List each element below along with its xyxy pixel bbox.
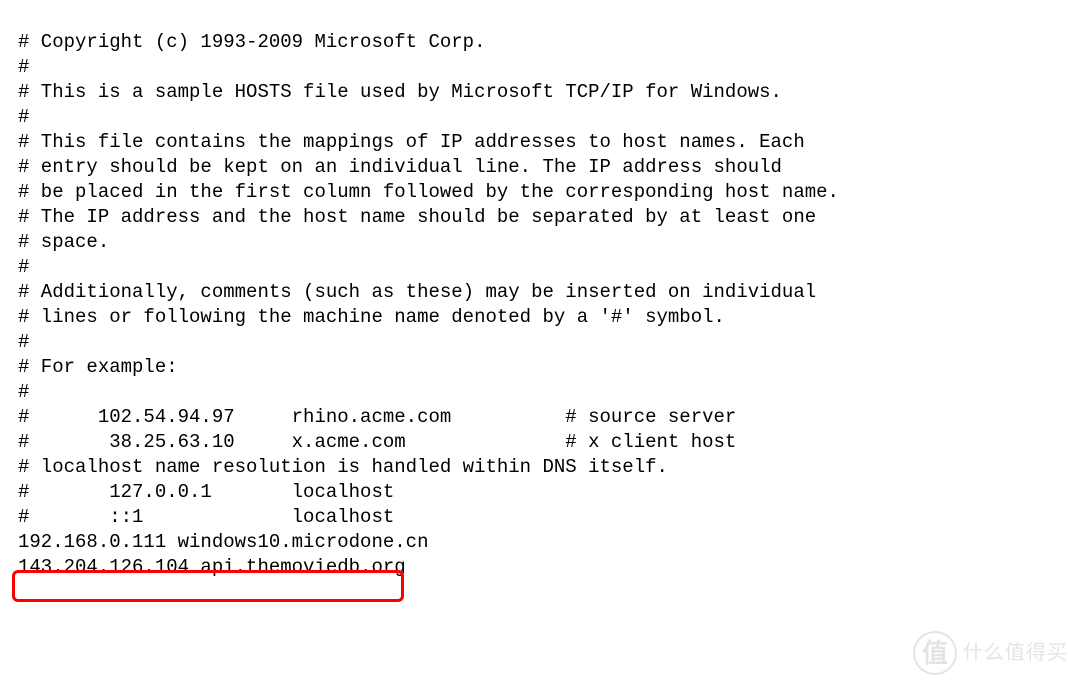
file-line: # 38.25.63.10 x.acme.com # x client host [18,430,1050,455]
file-line: # be placed in the first column followed… [18,180,1050,205]
file-line: # 127.0.0.1 localhost [18,480,1050,505]
file-line: # [18,105,1050,130]
site-watermark: 值 什么值得买 [913,631,1068,675]
file-line: # Additionally, comments (such as these)… [18,280,1050,305]
file-line: # This file contains the mappings of IP … [18,130,1050,155]
file-line: # This is a sample HOSTS file used by Mi… [18,80,1050,105]
file-line: # [18,380,1050,405]
file-line-highlighted: 143.204.126.104 api.themoviedb.org [18,555,1050,580]
file-line: # [18,55,1050,80]
hosts-file-content: # Copyright (c) 1993-2009 Microsoft Corp… [18,30,1050,580]
file-line: # For example: [18,355,1050,380]
watermark-text: 什么值得买 [963,641,1068,666]
file-line: # localhost name resolution is handled w… [18,455,1050,480]
file-line: # ::1 localhost [18,505,1050,530]
file-line: # lines or following the machine name de… [18,305,1050,330]
file-line: # Copyright (c) 1993-2009 Microsoft Corp… [18,30,1050,55]
file-line: # The IP address and the host name shoul… [18,205,1050,230]
file-line: # entry should be kept on an individual … [18,155,1050,180]
file-line: # [18,330,1050,355]
file-line: # space. [18,230,1050,255]
file-line: # 102.54.94.97 rhino.acme.com # source s… [18,405,1050,430]
file-line: 192.168.0.111 windows10.microdone.cn [18,530,1050,555]
file-line: # [18,255,1050,280]
watermark-symbol: 值 [913,631,957,675]
